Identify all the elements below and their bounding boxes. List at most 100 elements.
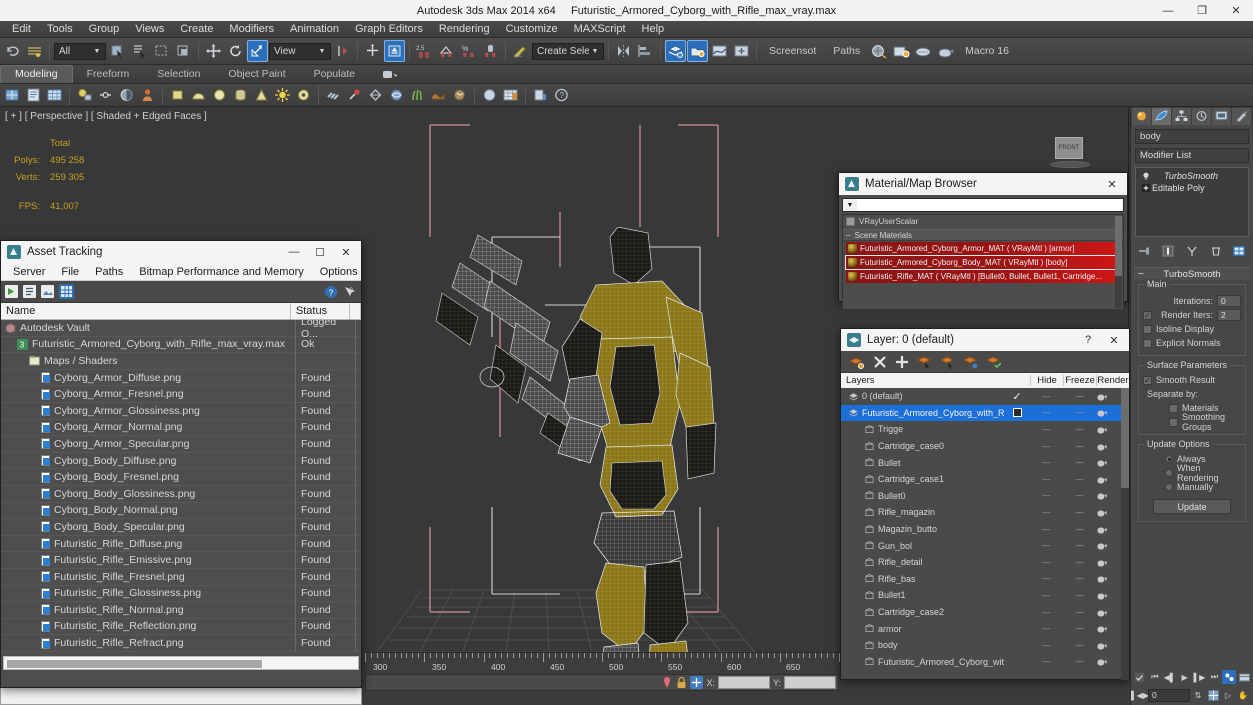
array-icon[interactable] bbox=[324, 86, 343, 105]
tab-hierarchy[interactable] bbox=[1172, 107, 1191, 125]
layer-row[interactable]: Trigge — — bbox=[841, 421, 1129, 438]
asset-row[interactable]: Cyborg_Body_Normal.png Found bbox=[1, 502, 361, 520]
expand-icon[interactable] bbox=[1140, 184, 1152, 192]
curve-editor-icon[interactable] bbox=[709, 40, 730, 62]
tab-utilities[interactable] bbox=[1232, 107, 1251, 125]
asset-row[interactable]: Futuristic_Rifle_Fresnel.png Found bbox=[1, 568, 361, 586]
asset-row[interactable]: Cyborg_Armor_Diffuse.png Found bbox=[1, 369, 361, 387]
asset-row[interactable]: Maps / Shaders bbox=[1, 353, 361, 370]
layer-freeze-cell[interactable]: — bbox=[1063, 458, 1096, 467]
render-iters-spinner[interactable]: 2 bbox=[1217, 309, 1241, 321]
layer-row[interactable]: Cartridge_case0 — — bbox=[841, 438, 1129, 455]
layer-freeze-cell[interactable]: — bbox=[1063, 608, 1096, 617]
material-editor-icon[interactable] bbox=[869, 40, 890, 62]
context-help-icon[interactable]: ? bbox=[343, 285, 357, 299]
select-by-name-icon[interactable] bbox=[129, 40, 150, 62]
layer-row[interactable]: Magazin_butto — — bbox=[841, 521, 1129, 538]
delete-layer-icon[interactable] bbox=[873, 355, 887, 369]
object-properties-icon[interactable] bbox=[24, 86, 43, 105]
refresh-assets-icon[interactable] bbox=[5, 285, 18, 298]
paths-label[interactable]: Paths bbox=[825, 45, 868, 57]
sphere-primitive-icon[interactable] bbox=[189, 86, 208, 105]
ribbon-tab-selection[interactable]: Selection bbox=[143, 66, 214, 83]
asset-row[interactable]: Cyborg_Armor_Glossiness.png Found bbox=[1, 402, 361, 420]
layer-row[interactable]: Bullet — — bbox=[841, 454, 1129, 471]
edit-grid-icon[interactable] bbox=[45, 86, 64, 105]
asset-menu-bitmap-performance-and-memory[interactable]: Bitmap Performance and Memory bbox=[131, 266, 311, 278]
modifier-stack-item-editable-poly[interactable]: Editable Poly bbox=[1138, 182, 1246, 194]
light-icon[interactable] bbox=[273, 86, 292, 105]
lightbulb-icon[interactable] bbox=[1140, 172, 1152, 181]
asset-menu-server[interactable]: Server bbox=[5, 266, 53, 278]
polygon-modeling-icon[interactable] bbox=[3, 86, 22, 105]
auto-key-toggle-icon[interactable] bbox=[1133, 670, 1147, 684]
layer-freeze-cell[interactable]: — bbox=[1063, 475, 1096, 484]
layer-col-freeze[interactable]: Freeze bbox=[1063, 375, 1096, 386]
window-crossing-toggle-icon[interactable] bbox=[173, 40, 194, 62]
checkbox-empty-icon[interactable] bbox=[1012, 408, 1022, 418]
box-primitive-icon[interactable] bbox=[168, 86, 187, 105]
smooth-result-checkbox[interactable]: ✓ bbox=[1143, 375, 1152, 385]
layer-hide-cell[interactable]: — bbox=[1030, 541, 1063, 550]
absolute-relative-toggle-icon[interactable] bbox=[690, 676, 704, 689]
ribbon-tab-populate[interactable]: Populate bbox=[300, 66, 369, 83]
asset-row[interactable]: Futuristic_Rifle_Refract.png Found bbox=[1, 635, 361, 652]
layer-freeze-cell[interactable]: — bbox=[1063, 624, 1096, 633]
menu-item-maxscript[interactable]: MAXScript bbox=[566, 22, 634, 36]
go-to-end-icon[interactable]: ⏭ bbox=[1207, 670, 1221, 684]
geosphere-primitive-icon[interactable] bbox=[210, 86, 229, 105]
tab-display[interactable] bbox=[1212, 107, 1231, 125]
manually-radio[interactable] bbox=[1165, 483, 1173, 491]
batch-render-icon[interactable] bbox=[531, 86, 550, 105]
layer-row[interactable]: Bullet0 — — bbox=[841, 488, 1129, 505]
play-animation-icon[interactable]: ▶ bbox=[1178, 670, 1192, 684]
render-frame-window-icon[interactable] bbox=[913, 40, 934, 62]
layer-col-layers[interactable]: Layers bbox=[841, 375, 1004, 386]
configure-modifier-sets-icon[interactable] bbox=[1232, 244, 1247, 259]
tab-motion[interactable] bbox=[1192, 107, 1211, 125]
layer-freeze-cell[interactable]: — bbox=[1063, 491, 1096, 500]
select-and-manipulate-icon[interactable] bbox=[384, 40, 405, 62]
layer-table-body[interactable]: 0 (default) ✓ — — Futuristic_Armored_Cyborg_… bbox=[841, 388, 1129, 680]
layer-freeze-cell[interactable]: — bbox=[1063, 558, 1096, 567]
material-map-browser-window[interactable]: Material/Map Browser ✕ ▼ VRayUserScalar … bbox=[838, 172, 1128, 310]
material-list-entry[interactable]: VRayUserScalar bbox=[843, 215, 1123, 227]
modifier-list-dropdown[interactable]: Modifier List bbox=[1135, 148, 1249, 163]
selection-filter-combo[interactable]: All ▼ bbox=[54, 42, 106, 60]
align-icon[interactable] bbox=[635, 40, 656, 62]
layer-vertical-scrollbar[interactable] bbox=[1121, 388, 1129, 680]
select-object-icon[interactable] bbox=[107, 40, 128, 62]
key-mode-toggle-icon[interactable] bbox=[1222, 670, 1237, 684]
asset-row[interactable]: Cyborg_Body_Fresnel.png Found bbox=[1, 469, 361, 486]
menu-item-group[interactable]: Group bbox=[81, 22, 128, 36]
pin-icon[interactable] bbox=[345, 86, 364, 105]
menu-item-create[interactable]: Create bbox=[172, 22, 221, 36]
layer-row[interactable]: body — — bbox=[841, 637, 1129, 654]
spinner-snap-toggle-icon[interactable] bbox=[480, 40, 501, 62]
menu-item-modifiers[interactable]: Modifiers bbox=[221, 22, 282, 36]
remove-modifier-icon[interactable] bbox=[1208, 244, 1223, 259]
update-option-when-rendering[interactable]: When Rendering bbox=[1143, 463, 1241, 483]
collapse-icon[interactable]: − bbox=[846, 231, 851, 240]
menu-item-edit[interactable]: Edit bbox=[4, 22, 39, 36]
asset-tracking-window[interactable]: Asset Tracking — ☐ ✕ Server File Paths Bitm… bbox=[0, 240, 362, 688]
select-and-scale-icon[interactable] bbox=[247, 40, 268, 62]
smoothing-gro ups-checkbox[interactable] bbox=[1169, 417, 1178, 427]
highlight-layer-icon[interactable] bbox=[940, 355, 955, 369]
space-warp-icon[interactable] bbox=[387, 86, 406, 105]
pin-stack-icon[interactable] bbox=[1137, 244, 1152, 259]
material-browser-close-button[interactable]: ✕ bbox=[1099, 173, 1125, 195]
asset-row[interactable]: Cyborg_Armor_Specular.png Found bbox=[1, 436, 361, 453]
tab-modify[interactable] bbox=[1152, 107, 1171, 125]
menu-item-graph-editors[interactable]: Graph Editors bbox=[347, 22, 431, 36]
select-and-link-nav-icon[interactable] bbox=[1206, 688, 1220, 702]
menu-item-customize[interactable]: Customize bbox=[498, 22, 566, 36]
layer-freeze-cell[interactable]: — bbox=[1063, 641, 1096, 650]
isoline-display-checkbox[interactable] bbox=[1143, 324, 1152, 334]
asset-row[interactable]: Futuristic_Rifle_Normal.png Found bbox=[1, 602, 361, 619]
update-button[interactable]: Update bbox=[1153, 499, 1231, 514]
layer-freeze-cell[interactable]: — bbox=[1063, 657, 1096, 666]
close-button[interactable]: ✕ bbox=[1219, 0, 1253, 21]
angle-snap-toggle-icon[interactable] bbox=[436, 40, 457, 62]
layer-hide-cell[interactable]: — bbox=[1030, 491, 1063, 500]
